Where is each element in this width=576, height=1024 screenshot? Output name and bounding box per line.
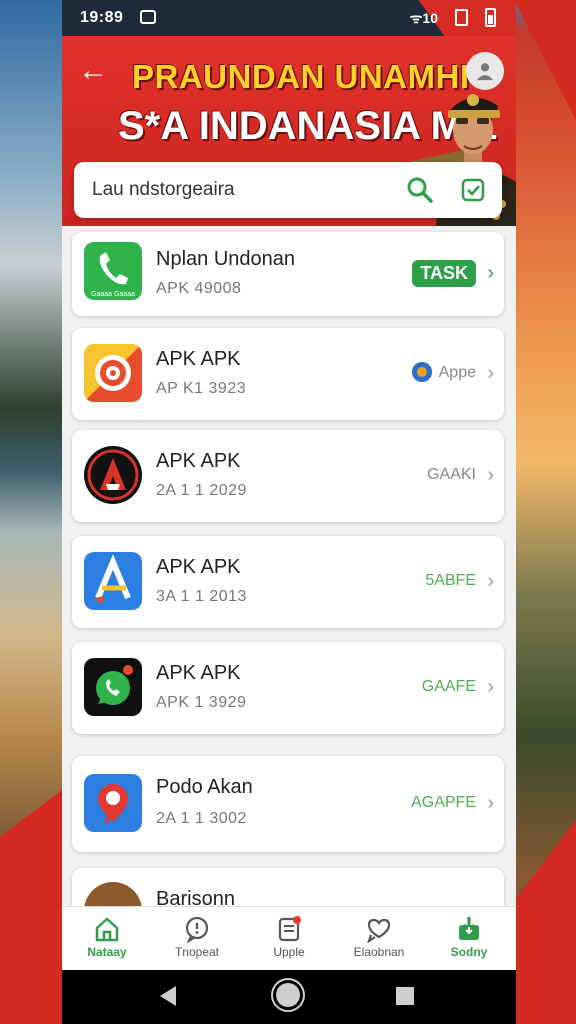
nav-download[interactable]: Sodny: [424, 911, 514, 969]
task-button[interactable]: TASK: [412, 260, 476, 287]
sim-icon: [455, 9, 468, 26]
phone-screen: 19:89 ᯤ10 ← PRAUNDAN UNAMHI S*A INDANASI…: [62, 0, 516, 1024]
app-version: 2A 1 1 3002: [156, 810, 247, 827]
note-icon: [278, 916, 301, 942]
icon-caption: Gaaaa Gaaaa: [91, 291, 135, 298]
phone-app-icon: Gaaaa Gaaaa: [84, 242, 142, 300]
home-icon: [95, 917, 119, 942]
bottom-navigation: Nataay Tnopeat Upple Elaobnan Sodny: [62, 906, 516, 971]
location-app-icon: [84, 774, 142, 832]
search-bar[interactable]: Lau ndstorgeaira: [74, 162, 502, 218]
status-time: 19:89: [80, 9, 124, 26]
app-name: APK APK: [156, 450, 241, 472]
profile-avatar-button[interactable]: [466, 52, 504, 90]
app-card[interactable]: Podo Akan 2A 1 1 3002 AGAPFE ›: [72, 756, 504, 852]
search-icon[interactable]: [406, 176, 434, 204]
app-action[interactable]: GAAKI: [427, 466, 476, 484]
app-name: Barisonn: [156, 888, 235, 906]
back-arrow-icon[interactable]: ←: [78, 56, 108, 86]
app-version: APK 49008: [156, 280, 242, 297]
system-recents-icon[interactable]: [396, 987, 414, 1005]
chevron-right-icon: ›: [487, 570, 494, 592]
status-bar: 19:89 ᯤ10: [62, 0, 516, 36]
app-card[interactable]: APK APK 3A 1 1 2013 5ABFE ›: [72, 536, 504, 628]
a-logo-app-icon: [84, 446, 142, 504]
status-bar-red-area: [418, 0, 516, 36]
app-action[interactable]: 5ABFE: [425, 572, 476, 590]
app-version: APK 1 3929: [156, 694, 247, 711]
app-name: APK APK: [156, 348, 241, 370]
app-name: APK APK: [156, 662, 241, 684]
nav-label: Elaobnan: [353, 945, 405, 959]
nav-label: Upple: [273, 945, 305, 959]
app-name: Nplan Undonan: [156, 248, 295, 270]
app-list: Gaaaa Gaaaa Nplan Undonan APK 49008 TASK…: [62, 226, 516, 906]
nav-label: Tnopeat: [174, 945, 220, 959]
battery-icon: [485, 8, 496, 27]
nav-report[interactable]: Tnopeat: [152, 911, 242, 969]
app-action[interactable]: Appe: [439, 364, 476, 382]
app-action[interactable]: AGAPFE: [411, 794, 476, 812]
app-name: APK APK: [156, 556, 241, 578]
system-back-icon[interactable]: [160, 986, 176, 1006]
person-icon: [476, 63, 494, 81]
nav-home[interactable]: Nataay: [62, 911, 152, 969]
chevron-right-icon: ›: [487, 262, 494, 284]
search-input[interactable]: Lau ndstorgeaira: [92, 179, 235, 201]
system-home-icon[interactable]: [276, 983, 300, 1007]
app-card[interactable]: Gaaaa Gaaaa Nplan Undonan APK 49008 TASK…: [72, 232, 504, 316]
chevron-right-icon: ›: [487, 464, 494, 486]
app-version: AP K1 3923: [156, 380, 247, 397]
app-action[interactable]: GAAFE: [422, 678, 476, 696]
system-navigation-bar: [62, 970, 516, 1024]
nav-discussion[interactable]: Elaobnan: [334, 911, 424, 969]
verified-check-icon[interactable]: [460, 177, 486, 203]
app-version: 2A 1 1 2029: [156, 482, 247, 499]
image-notification-icon: [140, 10, 156, 24]
chevron-right-icon: ›: [487, 362, 494, 384]
heart-chat-icon: [367, 918, 391, 943]
signal-icon: ᯤ10: [409, 10, 438, 26]
app-card[interactable]: APK APK 2A 1 1 2029 GAAKI ›: [72, 430, 504, 522]
download-box-icon: [459, 917, 479, 940]
nav-apps[interactable]: Upple: [244, 911, 334, 969]
app-version: 3A 1 1 2013: [156, 588, 247, 605]
app-store-icon: [84, 552, 142, 610]
chat-alert-icon: [185, 916, 209, 943]
chevron-right-icon: ›: [487, 792, 494, 814]
app-card[interactable]: APK APK AP K1 3923 Appe ›: [72, 328, 504, 420]
app-card[interactable]: APK APK APK 1 3929 GAAFE ›: [72, 642, 504, 734]
app-card[interactable]: Barisonn: [72, 868, 504, 906]
hat-app-icon: [84, 882, 142, 906]
app-badge-icon: [412, 362, 432, 382]
nav-label: Sodny: [450, 945, 488, 959]
chevron-right-icon: ›: [487, 676, 494, 698]
whatsapp-icon: [84, 658, 142, 716]
target-app-icon: [84, 344, 142, 402]
app-name: Podo Akan: [156, 776, 253, 798]
nav-label: Nataay: [87, 945, 127, 959]
